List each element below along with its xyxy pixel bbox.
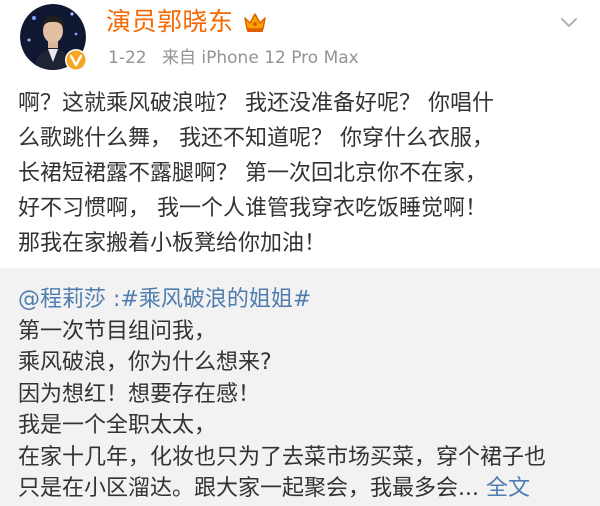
repost-line: 我是一个全职太太， bbox=[18, 413, 217, 438]
post-body-line: 那我在家搬着小板凳给你加油！ bbox=[18, 231, 327, 256]
topic-link[interactable]: #乘风破浪的姐姐# bbox=[120, 287, 311, 312]
mention-separator: : bbox=[106, 287, 121, 312]
post-body-line: 啊？这就乘风破浪啦？ 我还没准备好呢？ 你唱什 bbox=[18, 91, 494, 116]
repost-header-line: @程莉莎 :#乘风破浪的姐姐# bbox=[18, 284, 588, 316]
post-body-line: 好不习惯啊， 我一个人谁管我穿衣吃饭睡觉啊！ bbox=[18, 196, 487, 221]
source-device[interactable]: iPhone 12 Pro Max bbox=[201, 48, 358, 68]
crown-vip-icon[interactable] bbox=[242, 10, 268, 34]
author-name[interactable]: 演员郭晓东 bbox=[106, 6, 234, 38]
post-body-line: 么歌跳什么舞， 我还不知道呢？ 你穿什么衣服， bbox=[18, 126, 494, 151]
repost-line: 第一次节目组问我， bbox=[18, 318, 217, 344]
weibo-post: 演员郭晓东 1-22 来自 iPhone 12 Pro Max 啊？这就乘风破浪… bbox=[0, 0, 600, 506]
post-body-line: 长裙短裙露不露腿啊？ 第一次回北京你不在家， bbox=[18, 161, 487, 186]
repost-line: 在家十几年，化妆也只为了去菜市场买菜，穿个裙子也 bbox=[18, 444, 547, 470]
repost-body: @程莉莎 :#乘风破浪的姐姐# 第一次节目组问我， 乘风破浪，你为什么想来? 因… bbox=[18, 284, 588, 505]
post-time: 1-22 bbox=[108, 48, 147, 68]
mention-link[interactable]: @程莉莎 bbox=[18, 287, 106, 312]
repost-truncated-text: 只是在小区溜达。跟大家一起聚会，我最多会... bbox=[18, 476, 479, 501]
author-row: 演员郭晓东 bbox=[106, 6, 268, 38]
repost-card[interactable]: @程莉莎 :#乘风破浪的姐姐# 第一次节目组问我， 乘风破浪，你为什么想来? 因… bbox=[0, 268, 600, 506]
chevron-down-icon[interactable] bbox=[560, 14, 578, 27]
post-meta: 1-22 来自 iPhone 12 Pro Max bbox=[108, 46, 359, 70]
repost-last-line: 只是在小区溜达。跟大家一起聚会，我最多会... 全文 bbox=[18, 473, 588, 505]
verified-badge-icon bbox=[64, 48, 88, 72]
post-body: 啊？这就乘风破浪啦？ 我还没准备好呢？ 你唱什 么歌跳什么舞， 我还不知道呢？ … bbox=[18, 86, 588, 261]
repost-line: 乘风破浪，你为什么想来? bbox=[18, 350, 272, 375]
source-prefix: 来自 bbox=[162, 48, 196, 68]
repost-line: 因为想红！想要存在感！ bbox=[18, 381, 261, 407]
expand-full-text-link[interactable]: 全文 bbox=[486, 476, 530, 501]
